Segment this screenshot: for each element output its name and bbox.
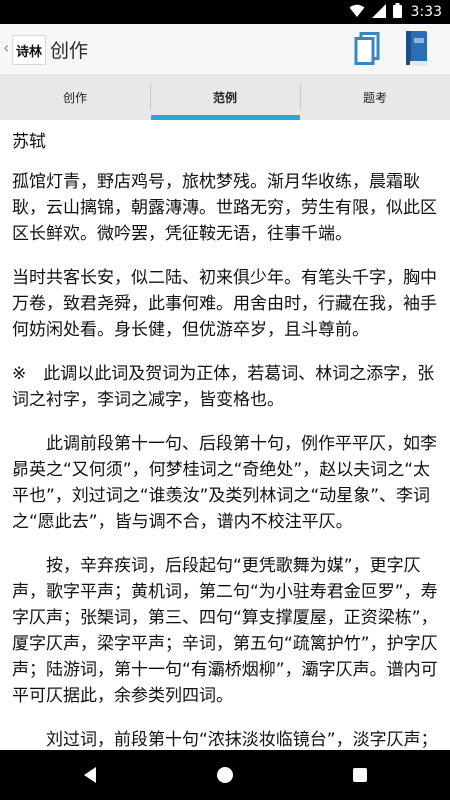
poem-content[interactable]: 苏轼 孤馆灯青，野店鸡号，旅枕梦残。渐月华收练，晨霜耿耿，云山摛锦，朝露漙漙。世… (0, 120, 450, 750)
status-bar: 3:33 (0, 0, 450, 24)
tab-bar: 创作 范例 题考 (0, 74, 450, 121)
tab-create[interactable]: 创作 (0, 74, 150, 120)
recents-nav-icon[interactable] (345, 760, 375, 790)
app-logo[interactable]: 诗林 (12, 35, 46, 65)
wifi-icon (349, 3, 365, 22)
note-paragraph-1: ※ 此调以此词及贺词为正体，若葛词、林词之添字，张词之衬字，李词之减字，皆变格也… (12, 364, 435, 410)
copy-icon[interactable] (353, 32, 381, 70)
poem-stanza-2: 当时共客长安，似二陆、初来俱少年。有笔头千字，胸中万卷，致君尧舜，此事何难。用舍… (12, 268, 437, 340)
tab-examples[interactable]: 范例 (150, 74, 300, 120)
app-title: 创作 (50, 40, 89, 62)
poem-author: 苏轼 (12, 132, 46, 152)
book-icon[interactable] (404, 30, 430, 72)
note-paragraph-4: 刘过词，前段第十句“浓抹淡妆临镜台”，淡字仄声；后段起句“白云天竺去来”，去字仄… (45, 730, 438, 750)
note-paragraph-2: 此调前段第十一句、后段第十句，例作平平仄，如李昴英之“又何须”，何梦桂词之“奇绝… (12, 434, 437, 532)
navigation-bar (0, 750, 450, 800)
poem-stanza-1: 孤馆灯青，野店鸡号，旅枕梦残。渐月华收练，晨霜耿耿，云山摛锦，朝露漙漙。世路无穷… (12, 172, 437, 244)
back-nav-icon[interactable] (75, 760, 105, 790)
status-time: 3:33 (410, 4, 442, 20)
cell-signal-icon (371, 3, 386, 22)
back-button[interactable]: ‹ (3, 38, 9, 57)
status-icons: 3:33 (349, 0, 442, 24)
home-nav-icon[interactable] (210, 760, 240, 790)
note-paragraph-3: 按，辛弃疾词，后段起句“更凭歌舞为媒”，更字仄声，歌字平声；黄机词，第二句“为小… (12, 556, 438, 706)
app-bar: ‹ 诗林 创作 (0, 24, 450, 74)
battery-icon (392, 2, 402, 22)
tab-notes[interactable]: 题考 (300, 74, 450, 120)
